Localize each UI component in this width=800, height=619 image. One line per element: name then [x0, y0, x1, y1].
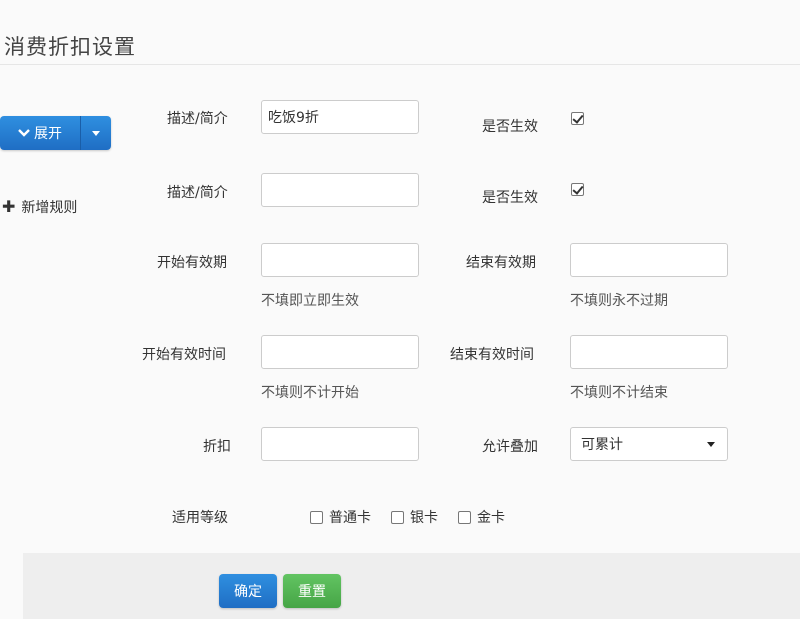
end-time-input[interactable] — [570, 335, 728, 369]
discount-settings-page: 消费折扣设置 展开 ✚ 新增规则 描述/简介 是否生效 描述/简介 是否生效 开… — [0, 0, 800, 619]
end-time-label: 结束有效时间 — [450, 347, 534, 363]
discount-label: 折扣 — [203, 439, 231, 455]
stack-select[interactable]: 可累计 — [570, 427, 728, 461]
desc-label-2: 描述/简介 — [167, 185, 228, 201]
confirm-button[interactable]: 确定 — [219, 574, 277, 608]
caret-down-icon — [92, 130, 100, 136]
expand-button-label: 展开 — [34, 126, 62, 142]
expand-dropdown-toggle[interactable] — [81, 116, 111, 150]
start-time-label: 开始有效时间 — [142, 347, 226, 363]
level-label-regular: 普通卡 — [329, 510, 371, 526]
add-rule-label: 新增规则 — [21, 200, 78, 216]
start-date-label: 开始有效期 — [157, 255, 227, 271]
level-label-gold: 金卡 — [477, 510, 505, 526]
level-option-gold[interactable]: 金卡 — [458, 507, 505, 527]
end-date-input[interactable] — [570, 243, 728, 277]
chevron-down-icon — [18, 129, 30, 137]
level-label-silver: 银卡 — [410, 510, 438, 526]
level-checkbox-silver[interactable] — [391, 510, 404, 524]
stack-label: 允许叠加 — [482, 439, 538, 455]
add-rule-link[interactable]: ✚ 新增规则 — [2, 197, 77, 217]
form-actions-bar — [23, 553, 800, 619]
level-checkbox-regular[interactable] — [310, 510, 323, 524]
start-time-input[interactable] — [261, 335, 419, 369]
page-title: 消费折扣设置 — [4, 35, 136, 59]
start-time-hint: 不填则不计开始 — [261, 385, 359, 401]
end-time-hint: 不填则不计结束 — [570, 385, 668, 401]
discount-input[interactable] — [261, 427, 419, 461]
start-date-input[interactable] — [261, 243, 419, 277]
active-checkbox-1[interactable] — [571, 112, 584, 125]
level-option-regular[interactable]: 普通卡 — [310, 507, 371, 527]
expand-button[interactable]: 展开 — [0, 116, 81, 150]
active-label-2: 是否生效 — [482, 190, 538, 206]
levels-checkbox-group: 普通卡 银卡 金卡 — [310, 507, 525, 527]
start-date-hint: 不填即立即生效 — [261, 293, 359, 309]
chevron-down-icon — [707, 441, 715, 447]
levels-label: 适用等级 — [172, 510, 228, 526]
level-checkbox-gold[interactable] — [458, 510, 471, 524]
reset-button[interactable]: 重置 — [283, 574, 341, 608]
active-checkbox-2[interactable] — [571, 183, 584, 196]
stack-select-value: 可累计 — [581, 437, 623, 453]
desc-input-2[interactable] — [261, 173, 419, 207]
plus-icon: ✚ — [2, 197, 16, 216]
end-date-hint: 不填则永不过期 — [570, 293, 668, 309]
title-divider — [0, 64, 800, 65]
desc-input-1[interactable] — [261, 100, 419, 134]
expand-split-button: 展开 — [0, 116, 111, 150]
level-option-silver[interactable]: 银卡 — [391, 507, 438, 527]
end-date-label: 结束有效期 — [466, 255, 536, 271]
desc-label-1: 描述/简介 — [167, 111, 228, 127]
active-label-1: 是否生效 — [482, 119, 538, 135]
